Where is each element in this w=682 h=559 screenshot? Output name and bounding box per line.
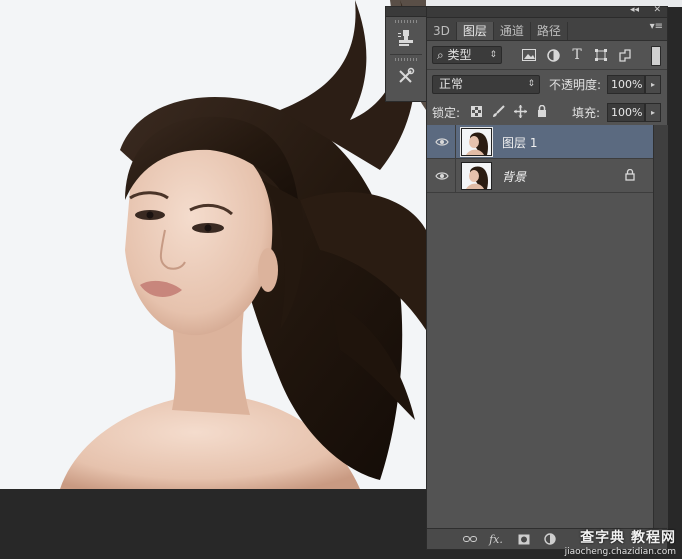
visibility-eye-icon[interactable] (435, 136, 449, 148)
collapse-icon[interactable]: ◂◂ (630, 5, 639, 15)
dock-title-bar[interactable] (386, 7, 426, 17)
link-layers-icon[interactable] (463, 532, 477, 546)
select-arrow-icon: ⇕ (489, 50, 497, 60)
tab-layers[interactable]: 图层 (456, 22, 494, 40)
lock-image-pixels-icon[interactable] (491, 104, 505, 118)
panel-title-bar[interactable]: ◂◂ ✕ (427, 5, 667, 18)
lock-transparent-pixels-icon[interactable] (469, 104, 483, 118)
fill-slider-button[interactable]: ▸ (645, 103, 661, 122)
fx-icon[interactable]: fx. (489, 532, 503, 546)
document-canvas[interactable] (0, 0, 426, 489)
lock-label: 锁定: (432, 106, 461, 120)
collapsed-panel-dock (385, 6, 427, 102)
layer-filter-row: ⌕ 类型 ⇕ T (427, 41, 667, 69)
dock-grip[interactable] (395, 20, 417, 23)
lock-fill-row: 锁定: 填充: 100% ▸ (427, 98, 667, 126)
layer-thumbnail (461, 162, 492, 190)
layer-thumbnail (460, 127, 493, 157)
filter-kind-select[interactable]: ⌕ 类型 ⇕ (432, 46, 502, 64)
lock-position-icon[interactable] (513, 104, 527, 118)
type-filter-icon[interactable]: T (569, 47, 585, 63)
clone-stamp-icon (398, 30, 413, 46)
tool-presets-icon (399, 67, 415, 83)
layers-scrollbar[interactable] (653, 125, 668, 531)
layer-name[interactable]: 背景 (502, 168, 526, 185)
opacity-input[interactable]: 100% (607, 75, 645, 94)
layers-panel: ◂◂ ✕ 3D 图层 通道 路径 ▾≡ ⌕ 类型 ⇕ T 正常 ⇕ 不透明度: … (426, 5, 668, 550)
mask-icon[interactable] (517, 532, 531, 546)
filter-toggle-switch[interactable] (651, 46, 661, 66)
layer-row-background[interactable]: 背景 (427, 159, 653, 193)
visibility-eye-icon[interactable] (435, 170, 449, 182)
shape-filter-icon[interactable] (593, 47, 609, 63)
layer-name[interactable]: 图层 1 (502, 134, 537, 151)
watermark-title: 查字典 教程网 (580, 530, 676, 546)
site-watermark: 查字典 教程网 jiaocheng.chazidian.com (548, 527, 676, 557)
layers-list: 图层 1 背景 (427, 125, 653, 531)
panel-menu-icon[interactable]: ▾≡ (650, 21, 663, 32)
opacity-slider-button[interactable]: ▸ (645, 75, 661, 94)
tool-presets-button[interactable] (391, 63, 421, 89)
blend-mode-value: 正常 (439, 77, 464, 91)
layer-row-layer1[interactable]: 图层 1 (427, 125, 653, 159)
lock-all-icon[interactable] (535, 104, 549, 118)
adjustment-filter-icon[interactable] (545, 47, 561, 63)
select-arrow-icon: ⇕ (527, 79, 535, 89)
image-filter-icon[interactable] (521, 47, 537, 63)
clone-source-button[interactable] (391, 25, 421, 51)
lock-icon (625, 169, 635, 181)
fill-label: 填充: (572, 106, 601, 120)
blend-mode-select[interactable]: 正常 ⇕ (432, 75, 540, 94)
tab-channels[interactable]: 通道 (494, 22, 531, 40)
filter-kind-label: 类型 (447, 48, 472, 62)
smart-object-filter-icon[interactable] (617, 47, 633, 63)
fill-input[interactable]: 100% (607, 103, 645, 122)
blend-opacity-row: 正常 ⇕ 不透明度: 100% ▸ (427, 70, 667, 98)
opacity-label: 不透明度: (549, 78, 602, 92)
close-icon[interactable]: ✕ (653, 5, 661, 15)
tab-paths[interactable]: 路径 (531, 22, 568, 40)
search-icon: ⌕ (437, 48, 448, 62)
watermark-url: jiaocheng.chazidian.com (564, 547, 676, 557)
portrait-photo (60, 0, 426, 489)
tab-3d[interactable]: 3D (427, 22, 457, 40)
dock-grip-2[interactable] (395, 58, 417, 61)
panel-tabs: 3D 图层 通道 路径 ▾≡ (427, 18, 667, 41)
